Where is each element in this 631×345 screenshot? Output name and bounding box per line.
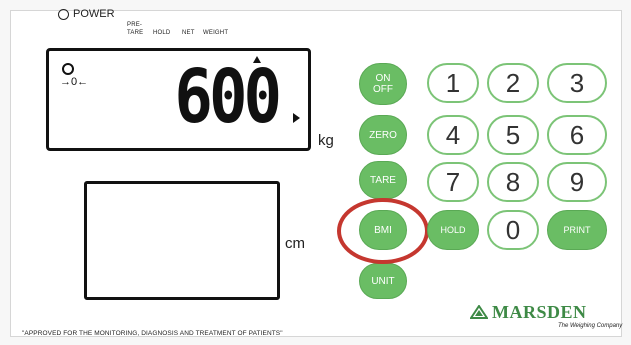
zero-button[interactable]: ZERO (359, 115, 407, 155)
brand-tagline: The Weighing Company (558, 323, 623, 329)
power-led-icon (58, 8, 69, 20)
indicator-arrow-right-icon (293, 113, 300, 123)
unit-cm-label: cm (285, 235, 305, 252)
indicator-weight-label: WEIGHT (203, 30, 229, 36)
tare-button[interactable]: TARE (359, 161, 407, 199)
zero-symbol: →0← (60, 76, 89, 88)
key-4[interactable]: 4 (427, 115, 479, 155)
key-5[interactable]: 5 (487, 115, 539, 155)
stable-dot-icon (62, 63, 74, 75)
key-1[interactable]: 1 (427, 63, 479, 103)
print-button[interactable]: PRINT (547, 210, 607, 250)
brand-name: MARSDEN (492, 302, 587, 322)
unit-button[interactable]: UNIT (359, 263, 407, 299)
weight-display: →0← 600 (46, 48, 311, 151)
on-off-button[interactable]: ON OFF (359, 63, 407, 105)
bmi-highlight-circle (337, 198, 429, 264)
key-8[interactable]: 8 (487, 162, 539, 202)
hold-button[interactable]: HOLD (427, 210, 479, 250)
zero-indicator: →0← (60, 63, 88, 88)
key-6[interactable]: 6 (547, 115, 607, 155)
key-9[interactable]: 9 (547, 162, 607, 202)
indicator-tare-label: TARE (127, 30, 144, 36)
power-label: POWER (73, 8, 115, 20)
indicator-net-label: NET (182, 30, 195, 36)
key-0[interactable]: 0 (487, 210, 539, 250)
key-7[interactable]: 7 (427, 162, 479, 202)
height-display (84, 181, 280, 300)
power-indicator: POWER (58, 8, 115, 20)
on-off-line2: OFF (373, 84, 393, 95)
approval-footnote: "APPROVED FOR THE MONITORING, DIAGNOSIS … (22, 330, 283, 337)
indicator-hold-label: HOLD (153, 30, 171, 36)
indicator-pre-label: PRE- (127, 22, 143, 28)
key-2[interactable]: 2 (487, 63, 539, 103)
key-3[interactable]: 3 (547, 63, 607, 103)
weight-value: 600 (174, 55, 282, 141)
unit-kg-label: kg (318, 132, 334, 149)
marsden-logo-icon (470, 305, 488, 319)
brand-logo: MARSDEN (470, 303, 587, 321)
on-off-line1: ON (375, 73, 391, 84)
